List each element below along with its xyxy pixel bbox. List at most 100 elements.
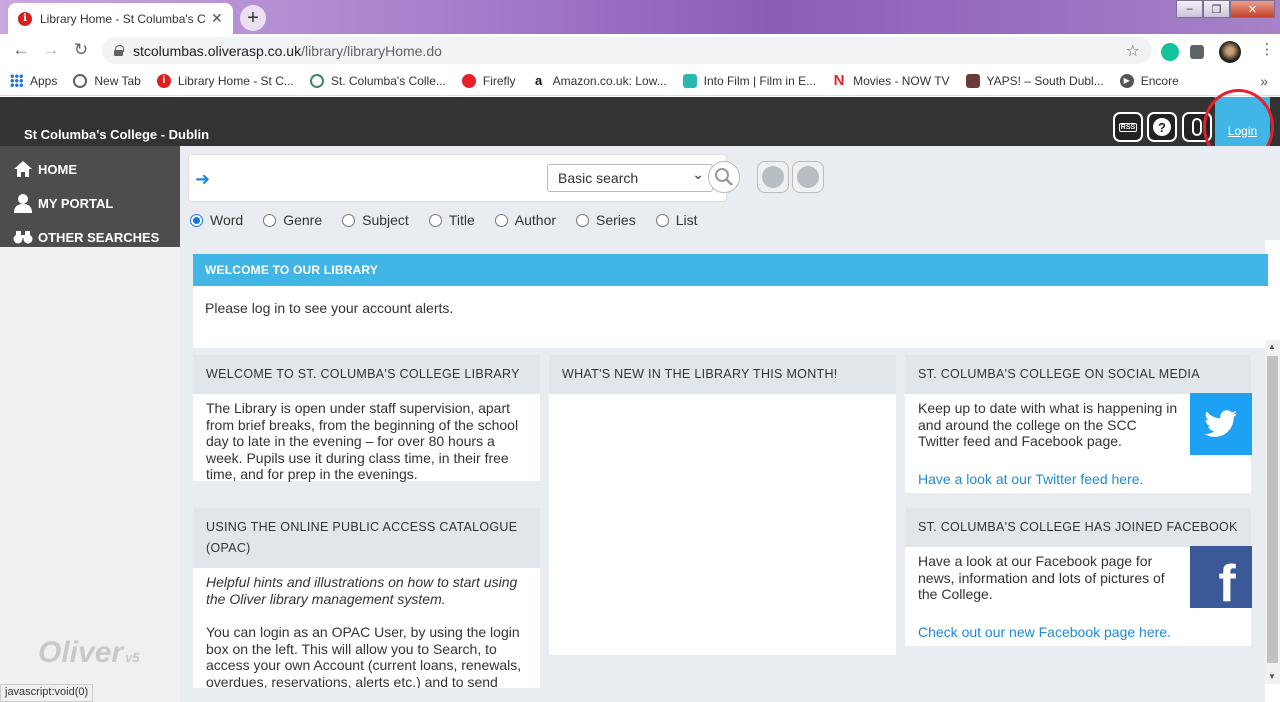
panel-text: You can login as an OPAC User, by using … bbox=[206, 624, 522, 688]
bookmark-yaps[interactable]: YAPS! – South Dubl... bbox=[965, 73, 1104, 88]
yaps-icon bbox=[965, 73, 980, 88]
url-host: stcolumbas.oliverasp.co.uk bbox=[133, 42, 302, 59]
facebook-page-link[interactable]: Check out our new Facebook page here. bbox=[918, 624, 1171, 640]
radio-genre[interactable]: Genre bbox=[263, 212, 322, 228]
visual-search-icon bbox=[797, 166, 819, 188]
firefly-icon bbox=[461, 73, 476, 88]
binoculars-icon bbox=[13, 231, 33, 244]
bookmarks-bar: Apps New Tab i Library Home - St C... St.… bbox=[0, 66, 1280, 96]
sidebar-item-my-portal[interactable]: MY PORTAL bbox=[0, 186, 180, 220]
rss-icon: RSS bbox=[1118, 122, 1138, 132]
panel-whats-new: WHAT'S NEW IN THE LIBRARY THIS MONTH! bbox=[549, 355, 896, 655]
globe-icon bbox=[73, 73, 88, 88]
scroll-up-icon[interactable]: ▲ bbox=[1268, 342, 1276, 351]
search-type-options: Word Genre Subject Title Author Series L… bbox=[190, 212, 718, 228]
nowtv-icon: N bbox=[833, 72, 845, 89]
encore-icon: ▶ bbox=[1119, 73, 1134, 88]
help-icon: ? bbox=[1153, 118, 1171, 136]
visual-search-button[interactable] bbox=[792, 161, 824, 193]
reload-icon[interactable]: ↻ bbox=[66, 40, 96, 60]
back-search-button[interactable] bbox=[757, 161, 789, 193]
new-tab-button[interactable]: + bbox=[240, 5, 266, 31]
home-icon bbox=[14, 161, 32, 177]
bookmark-into-film[interactable]: Into Film | Film in E... bbox=[682, 73, 816, 88]
radio-series[interactable]: Series bbox=[576, 212, 636, 228]
panel-facebook: ST. COLUMBA'S COLLEGE HAS JOINED FACEBOO… bbox=[905, 508, 1252, 646]
site-header: St Columba's College - Dublin RSS ? bbox=[0, 97, 1280, 146]
alerts-text: Please log in to see your account alerts… bbox=[205, 300, 454, 316]
bookmark-now-tv[interactable]: N Movies - NOW TV bbox=[832, 72, 950, 89]
tab-close-icon[interactable]: ✕ bbox=[211, 10, 223, 27]
minimize-button[interactable]: – bbox=[1176, 0, 1203, 18]
bookmark-library-home[interactable]: i Library Home - St C... bbox=[156, 73, 294, 88]
search-input[interactable]: ➜ Basic search bbox=[188, 154, 727, 202]
bookmark-st-columbas[interactable]: St. Columba's Colle... bbox=[309, 73, 446, 88]
extensions-puzzle-icon[interactable] bbox=[1190, 45, 1204, 59]
profile-avatar-icon[interactable] bbox=[1219, 41, 1241, 63]
panel-social-media: ST. COLUMBA'S COLLEGE ON SOCIAL MEDIA Ke… bbox=[905, 355, 1252, 493]
scrollbar-thumb[interactable] bbox=[1267, 356, 1278, 663]
site-name: St Columba's College - Dublin bbox=[24, 127, 210, 142]
intofilm-icon bbox=[682, 73, 697, 88]
bookmark-new-tab[interactable]: New Tab bbox=[73, 73, 141, 88]
window-close-button[interactable]: ✕ bbox=[1230, 0, 1275, 18]
twitter-button[interactable] bbox=[1190, 393, 1252, 455]
bookmark-firefly[interactable]: Firefly bbox=[461, 73, 516, 88]
sidebar-item-home[interactable]: HOME bbox=[0, 152, 180, 186]
panel-opac: USING THE ONLINE PUBLIC ACCESS CATALOGUE… bbox=[193, 508, 540, 688]
oliver-favicon-icon: i bbox=[18, 11, 32, 26]
browser-menu-icon[interactable]: ⋮ bbox=[1252, 40, 1280, 58]
bookmarks-more-icon[interactable]: » bbox=[1260, 73, 1268, 89]
browser-toolbar: ← → ↻ stcolumbas.oliverasp.co.uk/library… bbox=[0, 34, 1280, 66]
arrow-right-icon: ➜ bbox=[195, 169, 211, 189]
bookmark-amazon[interactable]: a Amazon.co.uk: Low... bbox=[532, 73, 667, 88]
panel-title: ST. COLUMBA'S COLLEGE ON SOCIAL MEDIA bbox=[905, 355, 1251, 394]
bookmark-apps[interactable]: Apps bbox=[10, 74, 57, 88]
main-content: WELCOME TO OUR LIBRARY Please log in to … bbox=[180, 240, 1268, 702]
sidebar: HOME MY PORTAL OTHER SEARCHES Oliver v5 bbox=[0, 146, 180, 702]
panel-text: The Library is open under staff supervis… bbox=[206, 400, 519, 482]
panel-intro: Helpful hints and illustrations on how t… bbox=[206, 574, 518, 607]
welcome-banner: WELCOME TO OUR LIBRARY bbox=[193, 254, 1268, 286]
grammarly-icon[interactable] bbox=[1161, 43, 1179, 61]
radio-word[interactable]: Word bbox=[190, 212, 243, 228]
radio-author[interactable]: Author bbox=[494, 212, 556, 228]
facebook-button[interactable]: f bbox=[1190, 546, 1252, 613]
sidebar-item-other-searches[interactable]: OTHER SEARCHES bbox=[0, 220, 180, 254]
scroll-down-icon[interactable]: ▼ bbox=[1268, 672, 1276, 681]
search-mode-select[interactable]: Basic search bbox=[547, 164, 713, 192]
magnifier-icon bbox=[715, 168, 733, 186]
account-alerts: Please log in to see your account alerts… bbox=[193, 286, 1268, 348]
panel-title: USING THE ONLINE PUBLIC ACCESS CATALOGUE… bbox=[193, 508, 540, 568]
college-icon bbox=[309, 73, 324, 88]
rss-button[interactable]: RSS bbox=[1113, 112, 1143, 142]
search-area: ➜ Basic search Word Genre Subject Title … bbox=[180, 146, 1280, 240]
sidebar-nav: HOME MY PORTAL OTHER SEARCHES bbox=[0, 146, 180, 247]
address-bar[interactable]: stcolumbas.oliverasp.co.uk/library/libra… bbox=[102, 37, 1152, 64]
apps-icon bbox=[10, 74, 23, 87]
search-button[interactable] bbox=[708, 161, 740, 193]
panel-title: WHAT'S NEW IN THE LIBRARY THIS MONTH! bbox=[549, 355, 896, 394]
twitter-bird-icon bbox=[1204, 410, 1237, 437]
tab-title: Library Home - St Columba's Coll bbox=[40, 11, 205, 26]
radio-subject[interactable]: Subject bbox=[342, 212, 409, 228]
browser-tab-bar: i Library Home - St Columba's Coll ✕ + –… bbox=[0, 0, 1280, 34]
panel-library-welcome: WELCOME TO ST. COLUMBA'S COLLEGE LIBRARY… bbox=[193, 355, 540, 482]
browser-tab[interactable]: i Library Home - St Columba's Coll ✕ bbox=[8, 3, 233, 34]
radio-list[interactable]: List bbox=[655, 212, 698, 228]
lock-icon bbox=[114, 45, 124, 56]
facebook-f-icon: f bbox=[1218, 555, 1236, 613]
status-bar: javascript:void(0) bbox=[0, 684, 94, 702]
maximize-button[interactable]: ❐ bbox=[1203, 0, 1230, 18]
bookmark-star-icon[interactable]: ☆ bbox=[1126, 41, 1140, 61]
radio-title[interactable]: Title bbox=[428, 212, 475, 228]
bookmark-encore[interactable]: ▶ Encore bbox=[1119, 73, 1179, 88]
oliver-logo: Oliver v5 bbox=[38, 636, 140, 669]
twitter-feed-link[interactable]: Have a look at our Twitter feed here. bbox=[918, 471, 1143, 487]
switch-icon bbox=[1192, 118, 1202, 136]
back-arrow-icon[interactable]: ← bbox=[6, 40, 36, 60]
help-button[interactable]: ? bbox=[1147, 112, 1177, 142]
page-scrollbar[interactable]: ▲ ▼ bbox=[1265, 340, 1280, 684]
forward-arrow-icon[interactable]: → bbox=[36, 40, 66, 60]
person-icon bbox=[14, 194, 32, 213]
